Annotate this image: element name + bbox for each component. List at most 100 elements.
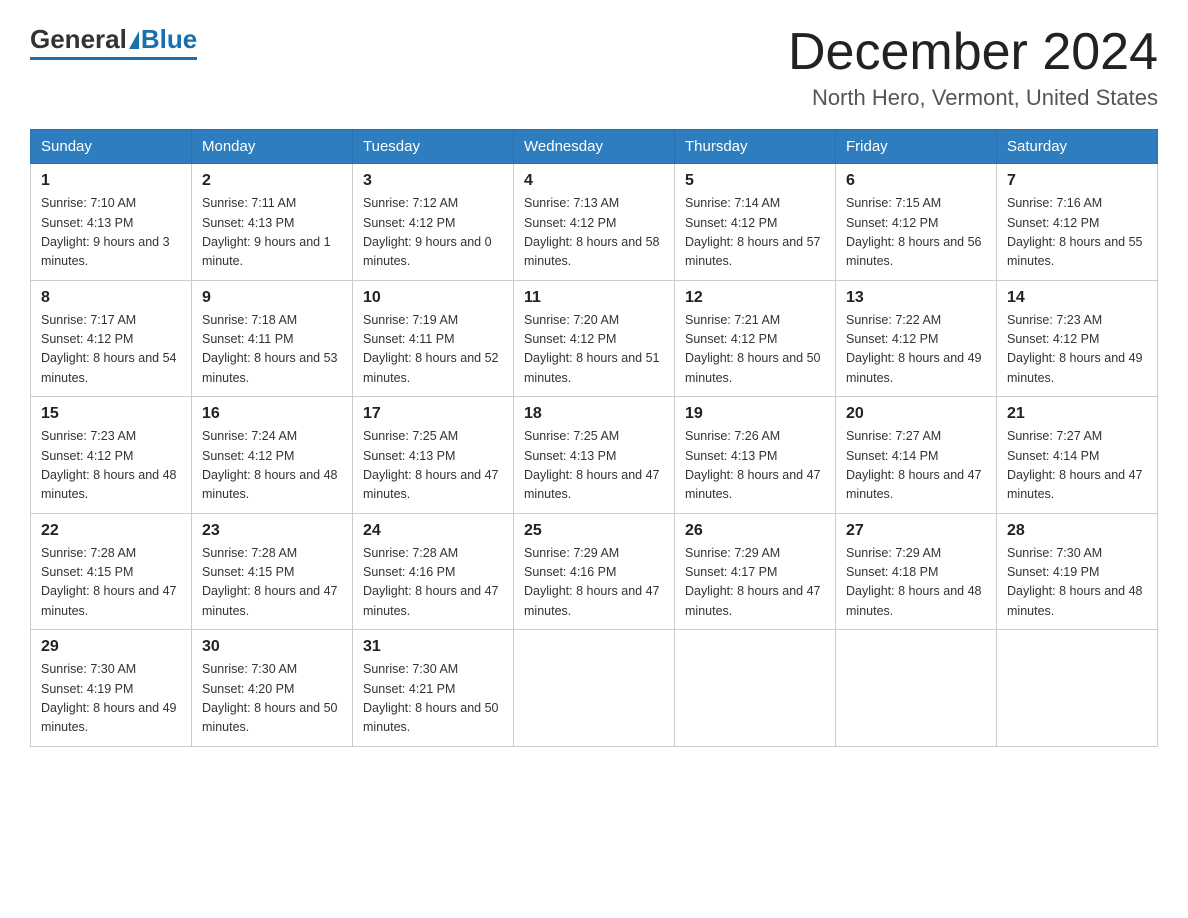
calendar-cell: 8 Sunrise: 7:17 AM Sunset: 4:12 PM Dayli…: [31, 280, 192, 397]
calendar-cell: 28 Sunrise: 7:30 AM Sunset: 4:19 PM Dayl…: [997, 513, 1158, 630]
day-number: 17: [363, 405, 503, 423]
day-number: 11: [524, 289, 664, 307]
sunset-label: Sunset: 4:20 PM: [202, 682, 294, 696]
sunrise-label: Sunrise: 7:23 AM: [1007, 313, 1102, 327]
calendar-cell: 4 Sunrise: 7:13 AM Sunset: 4:12 PM Dayli…: [514, 164, 675, 281]
sunset-label: Sunset: 4:11 PM: [202, 332, 294, 346]
day-number: 8: [41, 289, 181, 307]
sunset-label: Sunset: 4:12 PM: [1007, 216, 1099, 230]
calendar-cell: 14 Sunrise: 7:23 AM Sunset: 4:12 PM Dayl…: [997, 280, 1158, 397]
daylight-label: Daylight: 8 hours and 49 minutes.: [846, 351, 982, 384]
sunrise-label: Sunrise: 7:28 AM: [202, 546, 297, 560]
sunset-label: Sunset: 4:14 PM: [1007, 449, 1099, 463]
day-info: Sunrise: 7:29 AM Sunset: 4:16 PM Dayligh…: [524, 544, 664, 622]
sunrise-label: Sunrise: 7:21 AM: [685, 313, 780, 327]
sunset-label: Sunset: 4:13 PM: [41, 216, 133, 230]
day-info: Sunrise: 7:13 AM Sunset: 4:12 PM Dayligh…: [524, 194, 664, 272]
daylight-label: Daylight: 8 hours and 47 minutes.: [41, 584, 177, 617]
day-number: 1: [41, 172, 181, 190]
day-info: Sunrise: 7:12 AM Sunset: 4:12 PM Dayligh…: [363, 194, 503, 272]
logo-general: General: [30, 24, 127, 55]
daylight-label: Daylight: 8 hours and 50 minutes.: [363, 701, 499, 734]
sunset-label: Sunset: 4:16 PM: [363, 565, 455, 579]
sunrise-label: Sunrise: 7:27 AM: [1007, 429, 1102, 443]
day-info: Sunrise: 7:17 AM Sunset: 4:12 PM Dayligh…: [41, 311, 181, 389]
sunset-label: Sunset: 4:12 PM: [685, 216, 777, 230]
weekday-header-sunday: Sunday: [31, 130, 192, 164]
daylight-label: Daylight: 8 hours and 48 minutes.: [41, 468, 177, 501]
sunset-label: Sunset: 4:12 PM: [41, 332, 133, 346]
daylight-label: Daylight: 9 hours and 3 minutes.: [41, 235, 170, 268]
sunrise-label: Sunrise: 7:27 AM: [846, 429, 941, 443]
calendar-week-row: 15 Sunrise: 7:23 AM Sunset: 4:12 PM Dayl…: [31, 397, 1158, 514]
sunset-label: Sunset: 4:12 PM: [685, 332, 777, 346]
calendar-week-row: 8 Sunrise: 7:17 AM Sunset: 4:12 PM Dayli…: [31, 280, 1158, 397]
daylight-label: Daylight: 8 hours and 47 minutes.: [524, 468, 660, 501]
sunset-label: Sunset: 4:12 PM: [846, 332, 938, 346]
calendar-week-row: 29 Sunrise: 7:30 AM Sunset: 4:19 PM Dayl…: [31, 630, 1158, 747]
day-info: Sunrise: 7:23 AM Sunset: 4:12 PM Dayligh…: [1007, 311, 1147, 389]
daylight-label: Daylight: 8 hours and 53 minutes.: [202, 351, 338, 384]
day-number: 22: [41, 522, 181, 540]
day-number: 5: [685, 172, 825, 190]
day-number: 3: [363, 172, 503, 190]
sunrise-label: Sunrise: 7:30 AM: [202, 662, 297, 676]
weekday-header-row: SundayMondayTuesdayWednesdayThursdayFrid…: [31, 130, 1158, 164]
calendar-cell: 5 Sunrise: 7:14 AM Sunset: 4:12 PM Dayli…: [675, 164, 836, 281]
calendar-cell: 3 Sunrise: 7:12 AM Sunset: 4:12 PM Dayli…: [353, 164, 514, 281]
day-info: Sunrise: 7:28 AM Sunset: 4:15 PM Dayligh…: [41, 544, 181, 622]
day-number: 19: [685, 405, 825, 423]
logo-underline: [30, 57, 197, 60]
sunset-label: Sunset: 4:14 PM: [846, 449, 938, 463]
day-number: 27: [846, 522, 986, 540]
sunset-label: Sunset: 4:12 PM: [202, 449, 294, 463]
sunrise-label: Sunrise: 7:24 AM: [202, 429, 297, 443]
daylight-label: Daylight: 8 hours and 56 minutes.: [846, 235, 982, 268]
calendar-cell: 21 Sunrise: 7:27 AM Sunset: 4:14 PM Dayl…: [997, 397, 1158, 514]
title-area: December 2024 North Hero, Vermont, Unite…: [788, 24, 1158, 111]
sunset-label: Sunset: 4:12 PM: [846, 216, 938, 230]
calendar-cell: 25 Sunrise: 7:29 AM Sunset: 4:16 PM Dayl…: [514, 513, 675, 630]
day-number: 10: [363, 289, 503, 307]
sunrise-label: Sunrise: 7:28 AM: [41, 546, 136, 560]
sunset-label: Sunset: 4:16 PM: [524, 565, 616, 579]
calendar-table: SundayMondayTuesdayWednesdayThursdayFrid…: [30, 129, 1158, 747]
page-header: General Blue December 2024 North Hero, V…: [30, 24, 1158, 111]
daylight-label: Daylight: 8 hours and 50 minutes.: [202, 701, 338, 734]
sunrise-label: Sunrise: 7:18 AM: [202, 313, 297, 327]
day-info: Sunrise: 7:16 AM Sunset: 4:12 PM Dayligh…: [1007, 194, 1147, 272]
sunrise-label: Sunrise: 7:22 AM: [846, 313, 941, 327]
day-info: Sunrise: 7:30 AM Sunset: 4:19 PM Dayligh…: [1007, 544, 1147, 622]
sunset-label: Sunset: 4:13 PM: [524, 449, 616, 463]
day-info: Sunrise: 7:28 AM Sunset: 4:16 PM Dayligh…: [363, 544, 503, 622]
day-info: Sunrise: 7:24 AM Sunset: 4:12 PM Dayligh…: [202, 427, 342, 505]
sunrise-label: Sunrise: 7:23 AM: [41, 429, 136, 443]
calendar-cell: 19 Sunrise: 7:26 AM Sunset: 4:13 PM Dayl…: [675, 397, 836, 514]
sunset-label: Sunset: 4:12 PM: [363, 216, 455, 230]
daylight-label: Daylight: 8 hours and 47 minutes.: [685, 584, 821, 617]
day-number: 24: [363, 522, 503, 540]
day-number: 13: [846, 289, 986, 307]
month-title: December 2024: [788, 24, 1158, 81]
calendar-cell: 20 Sunrise: 7:27 AM Sunset: 4:14 PM Dayl…: [836, 397, 997, 514]
sunset-label: Sunset: 4:12 PM: [41, 449, 133, 463]
day-info: Sunrise: 7:20 AM Sunset: 4:12 PM Dayligh…: [524, 311, 664, 389]
day-number: 26: [685, 522, 825, 540]
day-info: Sunrise: 7:30 AM Sunset: 4:19 PM Dayligh…: [41, 660, 181, 738]
daylight-label: Daylight: 9 hours and 1 minute.: [202, 235, 331, 268]
day-info: Sunrise: 7:14 AM Sunset: 4:12 PM Dayligh…: [685, 194, 825, 272]
daylight-label: Daylight: 8 hours and 47 minutes.: [1007, 468, 1143, 501]
logo: General Blue: [30, 24, 197, 60]
daylight-label: Daylight: 8 hours and 48 minutes.: [202, 468, 338, 501]
calendar-cell: 23 Sunrise: 7:28 AM Sunset: 4:15 PM Dayl…: [192, 513, 353, 630]
sunrise-label: Sunrise: 7:25 AM: [363, 429, 458, 443]
day-number: 15: [41, 405, 181, 423]
daylight-label: Daylight: 8 hours and 52 minutes.: [363, 351, 499, 384]
calendar-cell: 12 Sunrise: 7:21 AM Sunset: 4:12 PM Dayl…: [675, 280, 836, 397]
daylight-label: Daylight: 8 hours and 57 minutes.: [685, 235, 821, 268]
weekday-header-tuesday: Tuesday: [353, 130, 514, 164]
day-info: Sunrise: 7:27 AM Sunset: 4:14 PM Dayligh…: [1007, 427, 1147, 505]
daylight-label: Daylight: 8 hours and 47 minutes.: [202, 584, 338, 617]
sunset-label: Sunset: 4:21 PM: [363, 682, 455, 696]
sunrise-label: Sunrise: 7:30 AM: [363, 662, 458, 676]
